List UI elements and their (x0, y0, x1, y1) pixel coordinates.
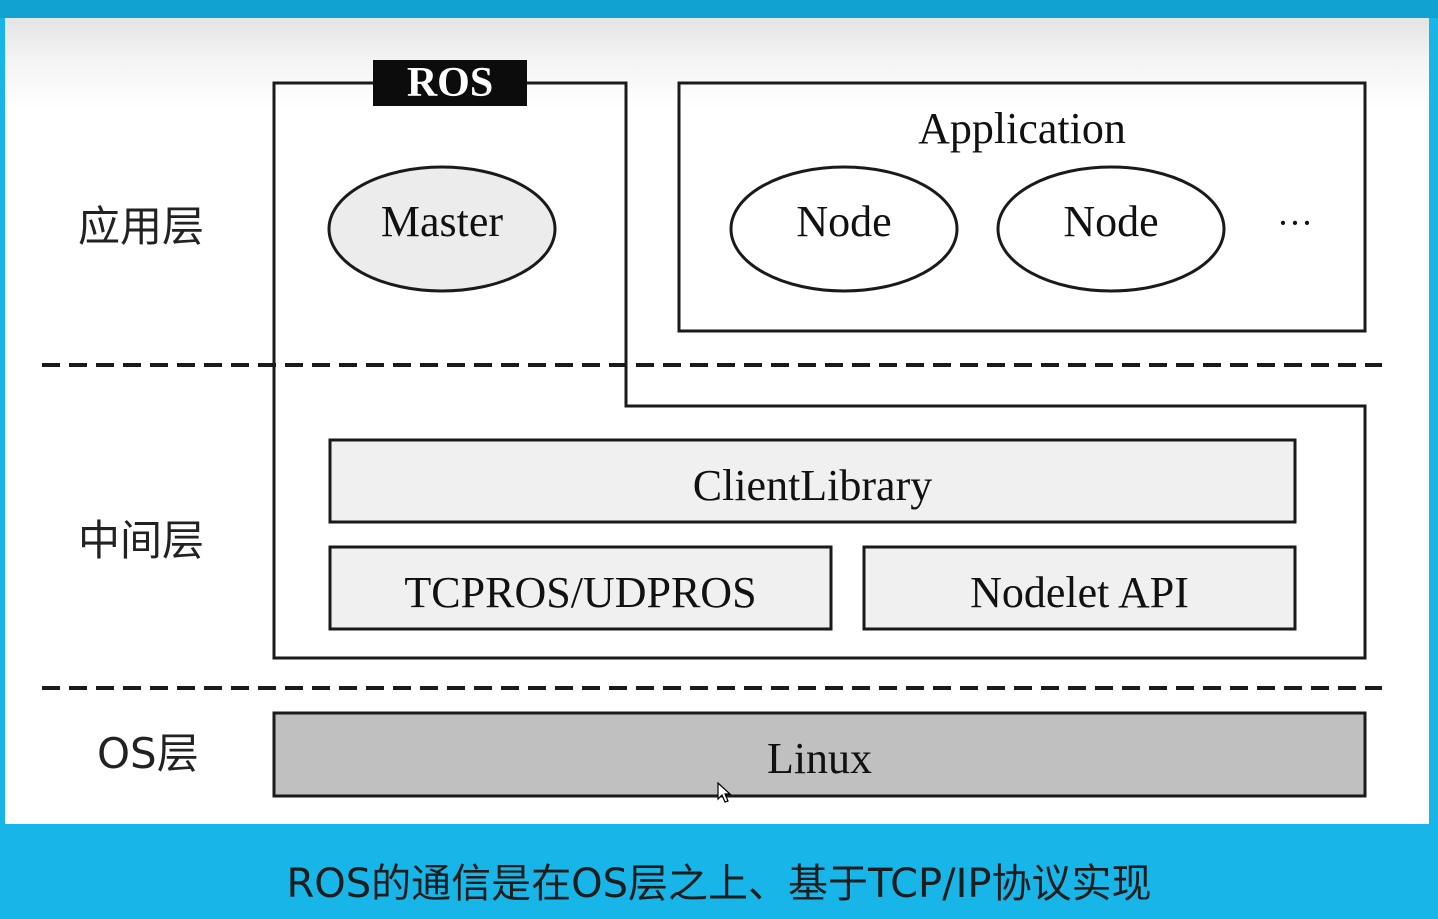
client-library-label: ClientLibrary (692, 461, 933, 510)
layer-label-application: 应用层 (78, 202, 205, 251)
mouse-cursor-icon (717, 782, 732, 803)
nodelet-label: Nodelet API (970, 568, 1189, 617)
ros-tag: ROS (373, 60, 527, 106)
layer-label-middleware: 中间层 (78, 516, 205, 565)
master-label: Master (380, 197, 504, 246)
node-label-1: Node (796, 197, 892, 246)
application-title: Application (918, 104, 1126, 153)
transport-label: TCPROS/UDPROS (404, 568, 757, 617)
caption: ROS的通信是在OS层之上、基于TCP/IP协议实现 (286, 861, 1152, 907)
more-nodes-ellipsis: ··· (1277, 203, 1313, 243)
linux-label: Linux (766, 734, 873, 783)
node-label-2: Node (1063, 197, 1159, 246)
layer-label-os: OS层 (97, 729, 199, 778)
